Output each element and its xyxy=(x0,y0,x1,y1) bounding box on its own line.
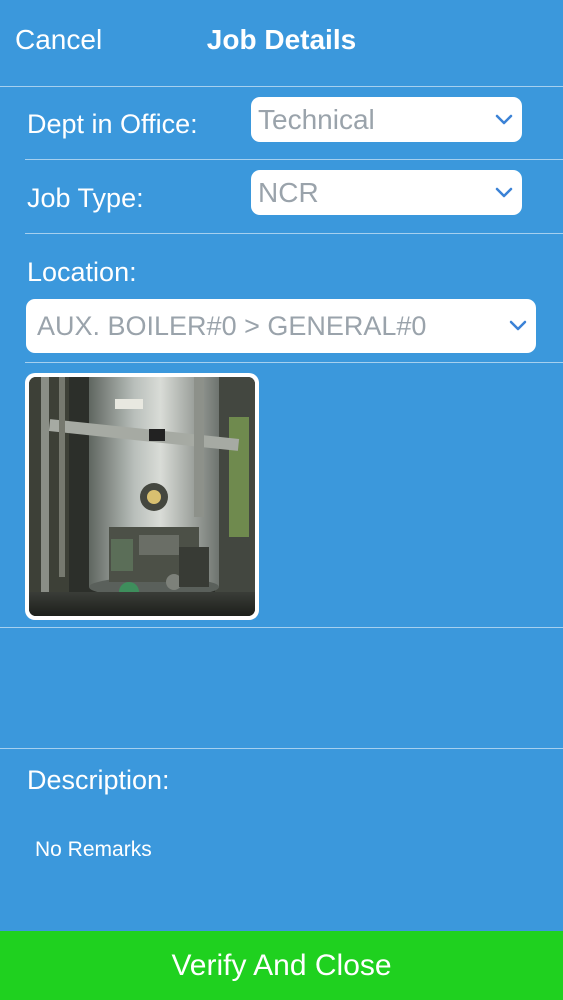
boiler-image xyxy=(29,377,255,616)
description-label: Description: xyxy=(27,765,170,795)
dept-select[interactable]: Technical xyxy=(251,97,522,142)
dept-label: Dept in Office: xyxy=(27,109,198,139)
divider xyxy=(25,233,563,234)
divider xyxy=(0,86,563,87)
dept-value: Technical xyxy=(258,103,375,135)
divider xyxy=(0,748,563,749)
divider xyxy=(0,627,563,628)
location-value: AUX. BOILER#0 > GENERAL#0 xyxy=(37,310,427,341)
job-type-value: NCR xyxy=(258,176,319,208)
chevron-down-icon xyxy=(500,299,536,353)
attachment-photo[interactable] xyxy=(25,373,259,620)
job-type-select[interactable]: NCR xyxy=(251,170,522,215)
location-select[interactable]: AUX. BOILER#0 > GENERAL#0 xyxy=(26,299,536,353)
chevron-down-icon xyxy=(486,170,522,215)
divider xyxy=(25,159,563,160)
chevron-down-icon xyxy=(486,97,522,142)
job-type-label: Job Type: xyxy=(27,183,144,213)
description-text: No Remarks xyxy=(35,838,152,861)
divider xyxy=(25,362,563,363)
page-title: Job Details xyxy=(206,24,357,55)
verify-and-close-button[interactable]: Verify And Close xyxy=(0,931,563,1000)
location-label: Location: xyxy=(27,257,137,287)
